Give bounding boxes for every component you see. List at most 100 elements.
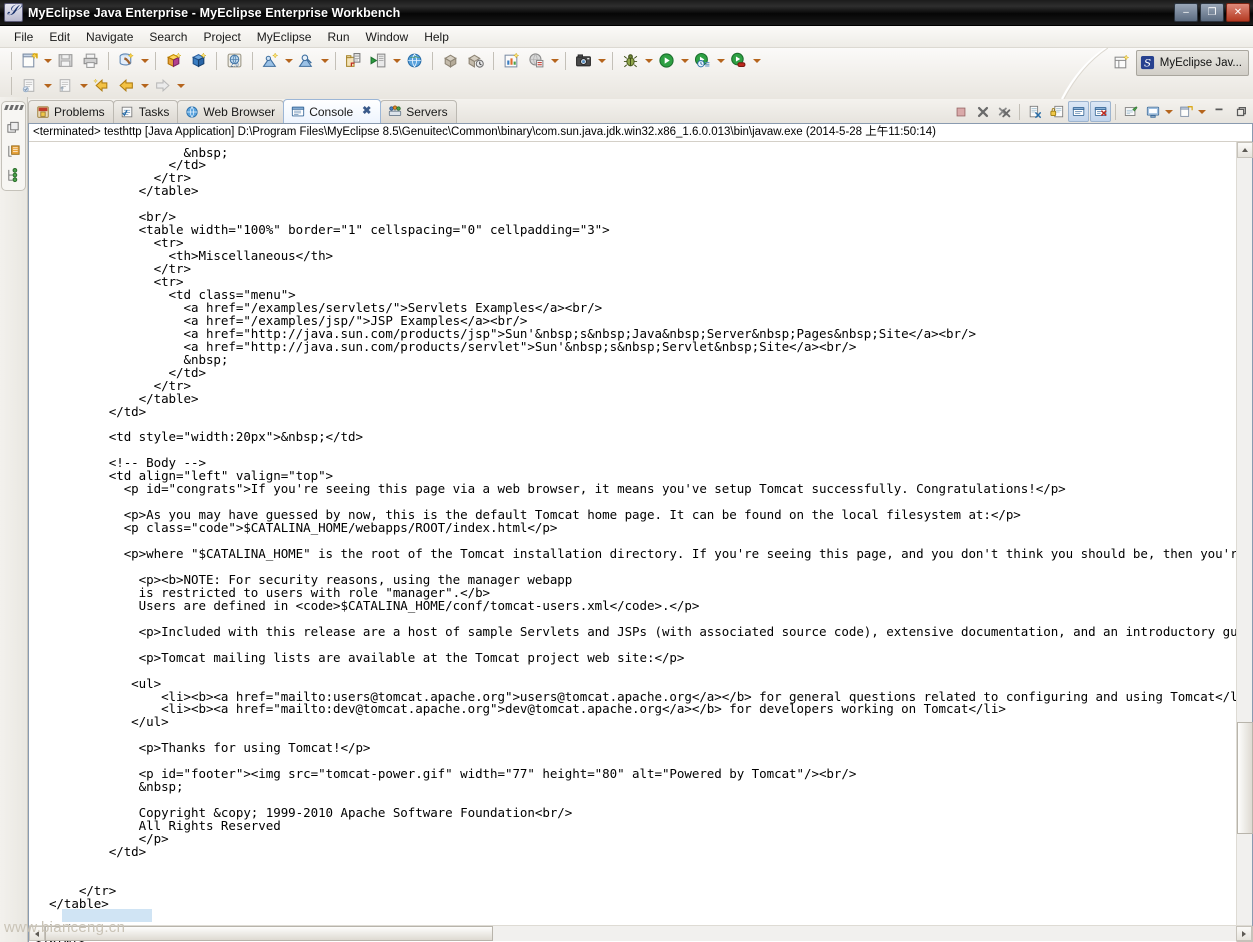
menu-window[interactable]: Window [358, 28, 417, 46]
forward-dropdown[interactable] [175, 75, 186, 97]
scroll-thumb-horizontal[interactable] [45, 926, 493, 941]
menu-search[interactable]: Search [141, 28, 195, 46]
minimize-button[interactable]: – [1174, 3, 1198, 22]
toolbar-separator [565, 51, 566, 70]
maximize-icon[interactable] [1230, 101, 1251, 122]
menu-file[interactable]: File [6, 28, 41, 46]
console-output-area[interactable]: &nbsp; </td> </tr> </table> <br/> <table… [29, 142, 1252, 942]
servers-icon [387, 105, 402, 120]
bug-icon[interactable] [618, 49, 643, 73]
clear-console-icon[interactable] [1024, 101, 1045, 122]
remove-x-icon[interactable] [972, 101, 993, 122]
display-console-icon[interactable] [1142, 101, 1163, 122]
new-interface-dropdown[interactable] [78, 75, 89, 97]
restore-icon[interactable] [5, 119, 22, 136]
run-green-icon[interactable] [654, 49, 679, 73]
maximize-button[interactable]: ❐ [1200, 3, 1224, 22]
console-process-label: <terminated> testhttp [Java Application]… [29, 124, 1252, 142]
back-arrow-icon[interactable] [114, 74, 139, 98]
back-dropdown[interactable] [139, 75, 150, 97]
scroll-right-button[interactable] [1236, 926, 1252, 941]
scroll-lock-icon[interactable] [1046, 101, 1067, 122]
server-run-icon[interactable] [366, 49, 391, 73]
camera-icon[interactable] [571, 49, 596, 73]
globe-report-dropdown[interactable] [549, 50, 560, 72]
toolbar-separator [1019, 103, 1020, 120]
prev-annotation-icon[interactable] [89, 74, 114, 98]
globe-icon[interactable] [402, 49, 427, 73]
open-console-dropdown[interactable] [1197, 102, 1207, 121]
toolbar-separator [493, 51, 494, 70]
debug-dropdown[interactable] [643, 50, 654, 72]
server-run-dropdown[interactable] [391, 50, 402, 72]
new-wizard-button[interactable] [17, 49, 42, 73]
deploy-button[interactable] [114, 49, 139, 73]
chart-new-icon[interactable] [499, 49, 524, 73]
tab-tasks[interactable]: Tasks [112, 100, 179, 123]
scroll-left-button[interactable] [29, 926, 45, 941]
display-console-dropdown[interactable] [1164, 102, 1174, 121]
close-button[interactable]: ✕ [1226, 3, 1250, 22]
manage-server-button[interactable] [294, 49, 319, 73]
package-remove-icon[interactable] [463, 49, 488, 73]
menu-myeclipse[interactable]: MyEclipse [249, 28, 320, 46]
console-horizontal-scrollbar[interactable] [29, 925, 1252, 941]
package-icon[interactable] [438, 49, 463, 73]
tab-console[interactable]: Console ✖ [283, 99, 382, 123]
console-output-icon[interactable] [1120, 101, 1141, 122]
deploy-dropdown[interactable] [139, 50, 150, 72]
toolbar-separator [216, 51, 217, 70]
new-server-button[interactable] [258, 49, 283, 73]
new-web-project-button[interactable] [186, 49, 211, 73]
run-tools-dropdown[interactable] [751, 50, 762, 72]
menu-run[interactable]: Run [319, 28, 357, 46]
open-console-icon[interactable] [1175, 101, 1196, 122]
pin-console-icon[interactable] [1068, 101, 1089, 122]
tab-problems[interactable]: Problems [28, 100, 114, 123]
menu-project[interactable]: Project [195, 28, 248, 46]
menu-edit[interactable]: Edit [41, 28, 78, 46]
run-history-icon[interactable] [690, 49, 715, 73]
web-20-button[interactable]: 2.0 [222, 49, 247, 73]
tab-servers[interactable]: Servers [380, 100, 457, 123]
tab-web-browser[interactable]: Web Browser [177, 100, 285, 123]
window-controls: – ❐ ✕ [1174, 3, 1253, 22]
terminate-stop-icon[interactable] [950, 101, 971, 122]
db-browser-icon[interactable] [341, 49, 366, 73]
console-vertical-scrollbar[interactable] [1236, 142, 1253, 942]
perspective-current-button[interactable]: S MyEclipse Jav... [1135, 49, 1249, 76]
menu-navigate[interactable]: Navigate [78, 28, 141, 46]
scroll-thumb-vertical[interactable] [1237, 722, 1253, 834]
tab-label: Console [309, 104, 354, 119]
print-button[interactable] [78, 49, 103, 73]
new-server-dropdown[interactable] [283, 50, 294, 72]
globe-report-icon[interactable] [524, 49, 549, 73]
save-button[interactable] [53, 49, 78, 73]
new-class-icon[interactable] [17, 74, 42, 98]
new-interface-icon[interactable] [53, 74, 78, 98]
myeclipse-icon [4, 1, 23, 22]
remove-all-x-icon[interactable] [994, 101, 1015, 122]
package-explorer-icon[interactable] [5, 143, 22, 160]
manage-server-dropdown[interactable] [319, 50, 330, 72]
myeclipse-icon: S [1140, 55, 1155, 70]
new-ejb-project-button[interactable] [161, 49, 186, 73]
tab-label: Web Browser [203, 105, 276, 119]
open-perspective-icon[interactable] [1111, 53, 1133, 73]
minimize-icon[interactable] [1208, 101, 1229, 122]
new-wizard-dropdown[interactable] [42, 50, 53, 72]
scroll-up-button[interactable] [1237, 142, 1253, 158]
new-class-dropdown[interactable] [42, 75, 53, 97]
tasks-icon [120, 105, 135, 120]
camera-dropdown[interactable] [596, 50, 607, 72]
run-tools-icon[interactable] [726, 49, 751, 73]
run-history-dropdown[interactable] [715, 50, 726, 72]
run-dropdown[interactable] [679, 50, 690, 72]
console-error-icon[interactable] [1090, 101, 1111, 122]
fast-view-handle[interactable] [3, 105, 24, 110]
forward-arrow-icon[interactable] [150, 74, 175, 98]
outline-icon[interactable] [5, 167, 22, 184]
toolbar-separator [612, 51, 613, 70]
close-icon[interactable]: ✖ [361, 106, 372, 117]
menu-help[interactable]: Help [416, 28, 457, 46]
